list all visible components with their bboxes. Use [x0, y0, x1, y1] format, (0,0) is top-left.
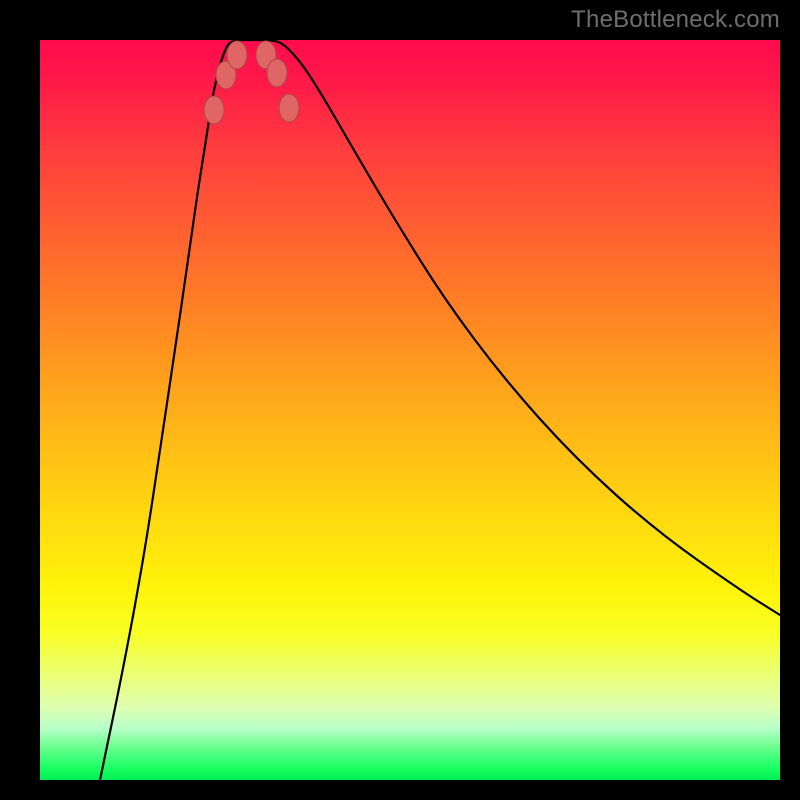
marker-dot — [279, 94, 299, 122]
chart-frame: TheBottleneck.com — [0, 0, 800, 800]
marker-dot — [267, 59, 287, 87]
bottleneck-path — [100, 40, 780, 780]
curve-lines — [100, 40, 780, 780]
plot-area — [40, 40, 780, 780]
marker-dot — [204, 96, 224, 124]
marker-dots — [204, 41, 299, 124]
bottleneck-curve — [40, 40, 780, 780]
watermark-text: TheBottleneck.com — [571, 6, 780, 34]
marker-dot — [227, 41, 247, 69]
